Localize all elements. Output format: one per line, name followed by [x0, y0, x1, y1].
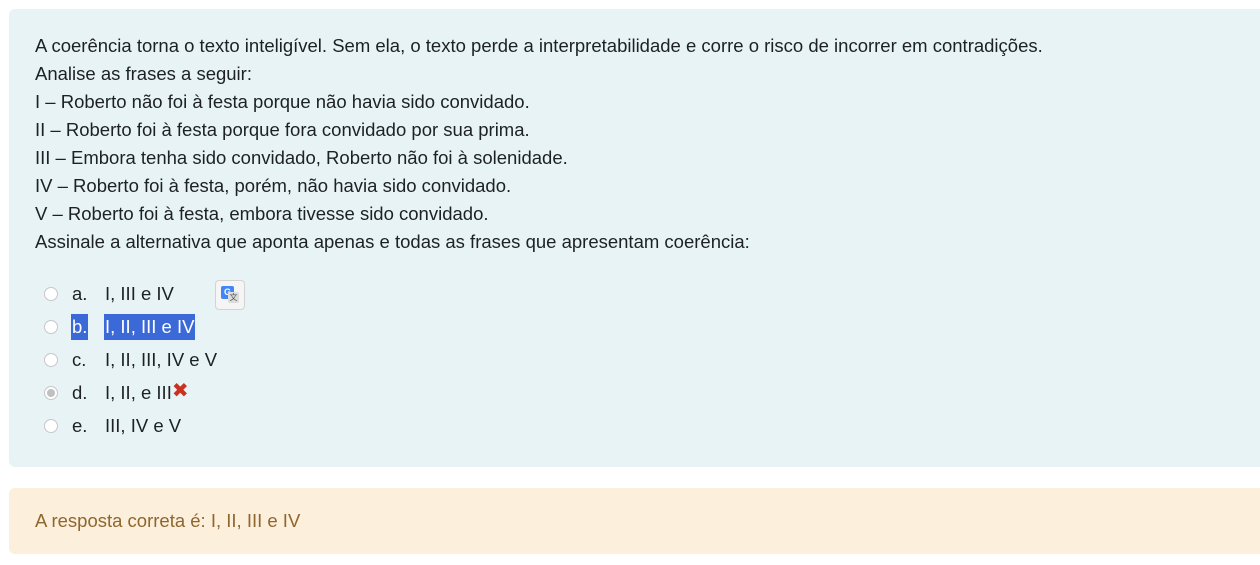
question-line-instruction: Analise as frases a seguir:	[35, 63, 252, 84]
answer-letter-b: b.	[71, 314, 89, 340]
question-panel: A coerência torna o texto inteligível. S…	[9, 9, 1260, 467]
question-line-sentence-1: I – Roberto não foi à festa porque não h…	[35, 91, 530, 112]
answer-text-b: I, II, III e IV	[104, 314, 196, 340]
correct-answer-feedback: A resposta correta é: I, II, III e IV	[9, 488, 1260, 554]
question-line-sentence-2: II – Roberto foi à festa porque fora con…	[35, 119, 530, 140]
answer-letter-d: d.	[72, 382, 88, 403]
answer-letter-a: a.	[72, 283, 88, 304]
radio-c[interactable]	[44, 353, 58, 367]
feedback-text: A resposta correta é: I, II, III e IV	[35, 510, 301, 531]
radio-a[interactable]	[44, 287, 58, 301]
radio-b[interactable]	[44, 320, 58, 334]
red-x-icon: ✖	[171, 380, 189, 402]
question-line-sentence-4: IV – Roberto foi à festa, porém, não hav…	[35, 175, 512, 196]
question-line-intro: A coerência torna o texto inteligível. S…	[35, 35, 1043, 56]
radio-d[interactable]	[44, 386, 58, 400]
question-line-sentence-5: V – Roberto foi à festa, embora tivesse …	[35, 203, 489, 224]
google-translate-icon[interactable]: G 文	[215, 280, 245, 310]
question-line-sentence-3: III – Embora tenha sido convidado, Rober…	[35, 147, 568, 168]
answer-text-e: III, IV e V	[105, 415, 182, 436]
answer-letter-c: c.	[72, 349, 87, 370]
radio-e[interactable]	[44, 419, 58, 433]
answer-text-c: I, II, III, IV e V	[105, 349, 218, 370]
answer-text-a: I, III e IV	[105, 283, 174, 304]
answer-text-d: I, II, e III	[105, 382, 172, 403]
question-text: A coerência torna o texto inteligível. S…	[35, 32, 1260, 256]
question-line-prompt: Assinale a alternativa que aponta apenas…	[35, 231, 750, 252]
answer-letter-e: e.	[72, 415, 88, 436]
answer-text-d-wrapper: I, II, e III✖	[105, 380, 189, 406]
